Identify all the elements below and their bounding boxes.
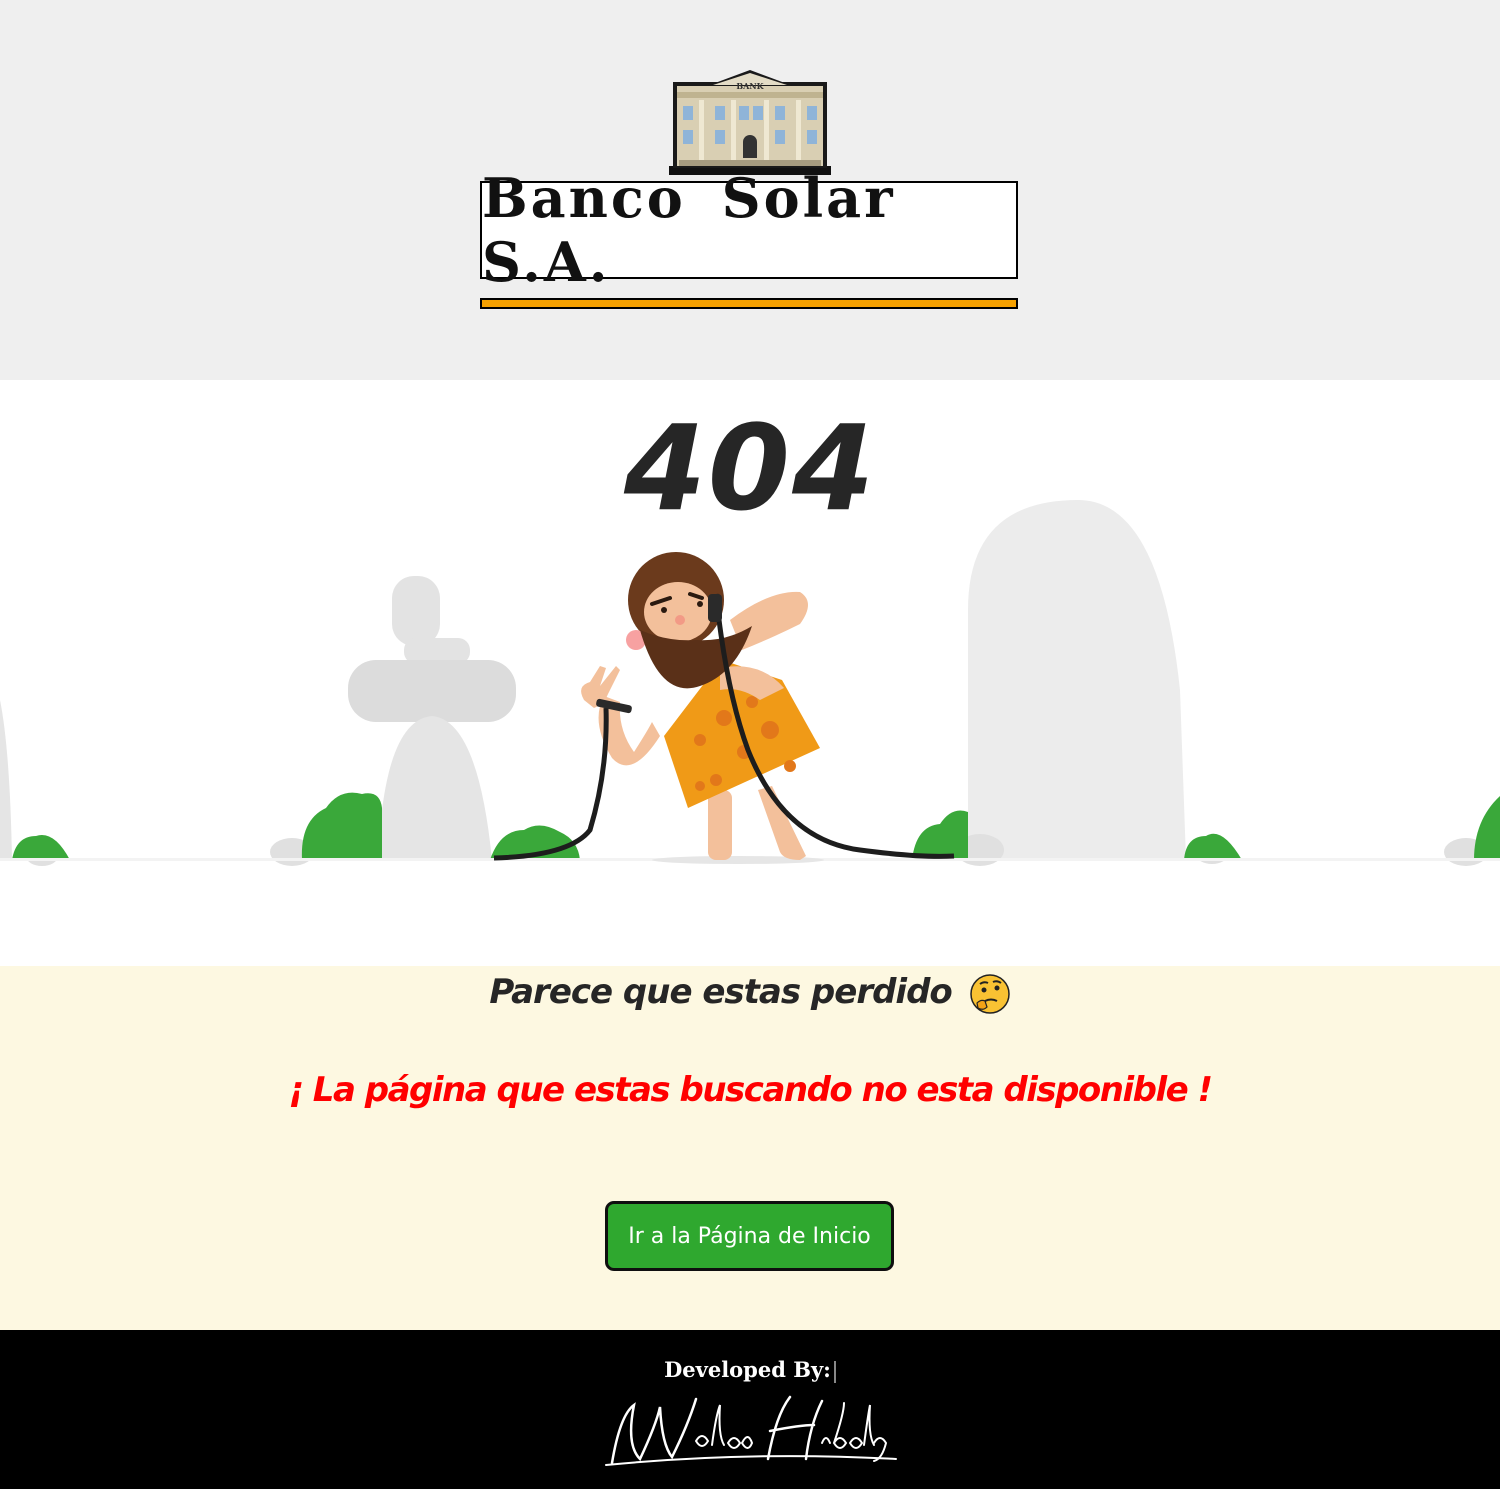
- caveman-illustration: [0, 500, 1500, 866]
- developed-by-text: Developed By:: [664, 1357, 831, 1382]
- developer-signature: [605, 1395, 897, 1466]
- bank-sign-text: BANK: [736, 81, 764, 91]
- brand-name-box: Banco Solar S.A.: [480, 166, 1018, 294]
- lost-message-text: Parece que estas perdido: [489, 972, 952, 1012]
- thinking-face-icon: [969, 973, 1010, 1014]
- unavailable-notice: ¡ La página que estas buscando no esta d…: [288, 1070, 1213, 1110]
- brand-accent-bar: [480, 298, 1018, 309]
- message-section: [0, 966, 1500, 1330]
- error-code: 404: [623, 399, 877, 537]
- go-home-button[interactable]: Ir a la Página de Inicio: [605, 1201, 894, 1271]
- bank-building-icon: BANK: [669, 70, 831, 175]
- lost-message: Parece que estas perdido: [0, 972, 1500, 1015]
- text-cursor: [833, 1360, 836, 1383]
- developed-by-label: Developed By:: [0, 1357, 1500, 1383]
- brand-name: Banco Solar S.A.: [482, 166, 896, 294]
